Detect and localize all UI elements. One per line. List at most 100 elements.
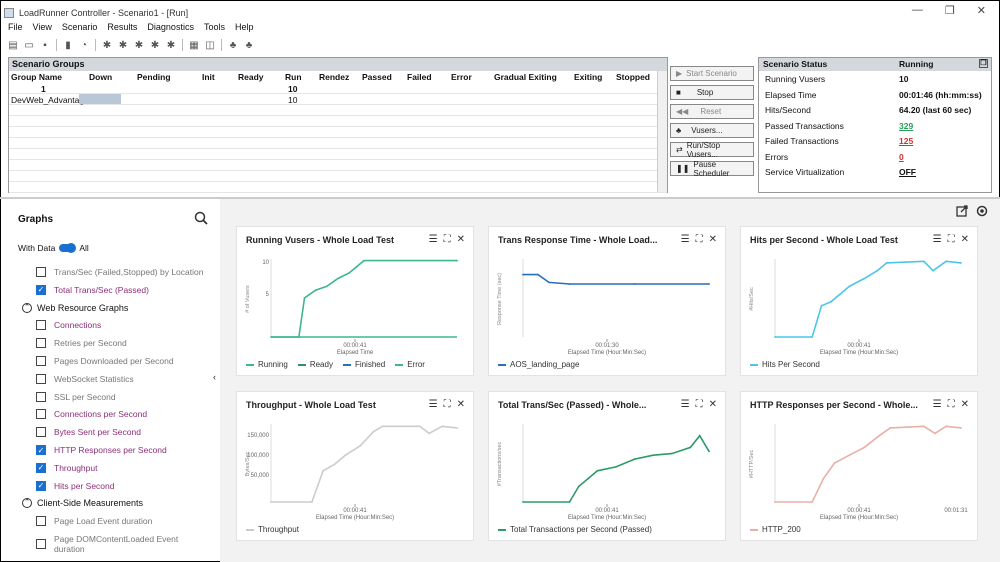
stop-button[interactable]: ■ Stop	[670, 85, 754, 100]
collapse-panel-icon[interactable]: ‹	[213, 372, 216, 382]
graph-list-item[interactable]: Retries per Second	[36, 338, 127, 349]
passed-transactions-link[interactable]: 329	[899, 121, 913, 131]
minimize-button[interactable]: —	[912, 4, 923, 17]
vusers-button[interactable]: ♣ Vusers...	[670, 123, 754, 138]
vuser-stop-icon[interactable]: ✱	[132, 39, 146, 52]
save-icon[interactable]: ▪	[38, 39, 52, 52]
legend-item[interactable]: Ready	[297, 360, 333, 369]
legend-item[interactable]: HTTP_200	[750, 525, 801, 534]
menu-icon[interactable]: ☰	[933, 234, 942, 245]
graph-section-header[interactable]: ⌃ Web Resource Graphs	[22, 302, 128, 313]
menu-help[interactable]: Help	[235, 22, 254, 35]
graph-list-item[interactable]: Page Load Event duration	[36, 516, 152, 527]
checkbox[interactable]: ✓	[36, 445, 46, 455]
schedule-icon[interactable]: ◔	[77, 39, 91, 52]
table-row-total[interactable]: 1 10	[9, 83, 667, 94]
close-icon[interactable]: ✕	[709, 399, 717, 410]
graph-list-item[interactable]: ✓ Throughput	[36, 462, 97, 473]
vuser-icon[interactable]: ✱	[100, 39, 114, 52]
menu-scenario[interactable]: Scenario	[62, 22, 98, 35]
expand-icon[interactable]: ⛶	[948, 399, 955, 410]
menu-tools[interactable]: Tools	[204, 22, 225, 35]
checkbox[interactable]	[36, 320, 46, 331]
collapse-section-icon[interactable]: ⌃	[22, 498, 32, 509]
open-icon[interactable]: ▭	[22, 39, 36, 52]
network-icon[interactable]: ♣	[242, 39, 256, 52]
expand-icon[interactable]: ⛶	[696, 234, 703, 245]
menu-icon[interactable]: ☰	[933, 399, 942, 410]
graph-card[interactable]: Running Vusers - Whole Load Test ☰ ⛶ ✕ 00:00…	[236, 226, 474, 376]
close-icon[interactable]: ✕	[457, 234, 465, 245]
with-data-toggle[interactable]	[59, 243, 77, 253]
graph-card[interactable]: Total Trans/Sec (Passed) - Whole... ☰ ⛶ ✕ 00…	[488, 391, 726, 541]
menu-icon[interactable]: ☰	[429, 399, 438, 410]
legend-item[interactable]: Finished	[342, 360, 385, 369]
reset-button[interactable]: ◀◀ Reset	[670, 104, 754, 119]
checkbox[interactable]: ✓	[36, 284, 46, 295]
legend-item[interactable]: Running	[246, 360, 288, 369]
close-button[interactable]: ✕	[977, 4, 986, 17]
vuser-pause-icon[interactable]: ✱	[148, 39, 162, 52]
checkbox[interactable]	[36, 356, 46, 366]
search-icon[interactable]	[194, 211, 208, 225]
run-icon[interactable]: ▮	[61, 39, 75, 52]
table-row[interactable]: DevWeb_Advantag 10	[9, 94, 667, 105]
failed-transactions-link[interactable]: 125	[899, 136, 913, 146]
graph-list-item[interactable]: ✓ HTTP Responses per Second	[36, 445, 167, 455]
legend-item[interactable]: Total Transactions per Second (Passed)	[498, 525, 652, 534]
pause-scheduler-button[interactable]: ❚❚ Pause Scheduler	[670, 160, 754, 178]
menu-results[interactable]: Results	[107, 22, 137, 35]
checkbox[interactable]	[36, 391, 46, 402]
checkbox[interactable]	[36, 539, 46, 549]
checkbox[interactable]	[36, 516, 46, 527]
analysis-icon[interactable]: ◫	[203, 39, 217, 52]
checkbox[interactable]	[36, 267, 46, 277]
menu-diagnostics[interactable]: Diagnostics	[147, 22, 194, 35]
close-icon[interactable]: ✕	[961, 399, 969, 410]
vuser-reset-icon[interactable]: ✱	[164, 39, 178, 52]
graph-list-item[interactable]: Pages Downloaded per Second	[36, 356, 174, 366]
expand-icon[interactable]: ⛶	[444, 399, 451, 410]
menu-icon[interactable]: ☰	[681, 399, 690, 410]
graph-icon[interactable]: ▦	[187, 39, 201, 52]
graph-card[interactable]: Throughput - Whole Load Test ☰ ⛶ ✕ 00:00:41 E…	[236, 391, 474, 541]
settings-icon[interactable]	[976, 205, 988, 217]
service-virtualization-link[interactable]: OFF	[899, 167, 916, 177]
legend-item[interactable]: Throughput	[246, 525, 299, 534]
checkbox[interactable]	[36, 373, 46, 384]
start-scenario-button[interactable]: ▶ Start Scenario	[670, 66, 754, 81]
graph-list-item[interactable]: ✓ Total Trans/Sec (Passed)	[36, 284, 149, 295]
collapse-section-icon[interactable]: ⌃	[22, 302, 32, 313]
selected-cell[interactable]	[79, 94, 121, 104]
run-stop-vusers-button[interactable]: ⇄ Run/Stop Vusers...	[670, 141, 754, 159]
menu-view[interactable]: View	[33, 22, 52, 35]
errors-link[interactable]: 0	[899, 152, 904, 162]
new-scenario-icon[interactable]: ▤	[6, 39, 20, 52]
restore-panel-icon[interactable]: ❐	[979, 59, 988, 68]
checkbox[interactable]	[36, 409, 46, 420]
checkbox[interactable]: ✓	[36, 462, 46, 473]
graph-list-item[interactable]: WebSocket Statistics	[36, 373, 134, 384]
expand-icon[interactable]: ⛶	[696, 399, 703, 410]
legend-item[interactable]: Error	[395, 360, 425, 369]
menu-icon[interactable]: ☰	[429, 234, 438, 245]
vuser-run-icon[interactable]: ✱	[116, 39, 130, 52]
graph-list-item[interactable]: SSL per Second	[36, 391, 116, 402]
menu-file[interactable]: File	[8, 22, 23, 35]
graph-section-header[interactable]: ⌃ Client-Side Measurements	[22, 498, 143, 509]
scenario-groups-scrollbar[interactable]	[657, 71, 667, 192]
graph-list-item[interactable]: Bytes Sent per Second	[36, 427, 141, 438]
load-generators-icon[interactable]: ♣	[226, 39, 240, 52]
expand-icon[interactable]: ⛶	[948, 234, 955, 245]
close-icon[interactable]: ✕	[961, 234, 969, 245]
checkbox[interactable]: ✓	[36, 480, 46, 491]
menu-icon[interactable]: ☰	[681, 234, 690, 245]
checkbox[interactable]	[36, 338, 46, 349]
graph-card[interactable]: HTTP Responses per Second - Whole... ☰ ⛶ ✕ 0…	[740, 391, 978, 541]
graph-list-item[interactable]: Connections per Second	[36, 409, 147, 420]
legend-item[interactable]: AOS_landing_page	[498, 360, 579, 369]
graph-list-item[interactable]: Connections	[36, 320, 101, 331]
legend-item[interactable]: Hits Per Second	[750, 360, 820, 369]
graph-list-item[interactable]: Trans/Sec (Failed,Stopped) by Location	[36, 267, 203, 277]
close-icon[interactable]: ✕	[457, 399, 465, 410]
